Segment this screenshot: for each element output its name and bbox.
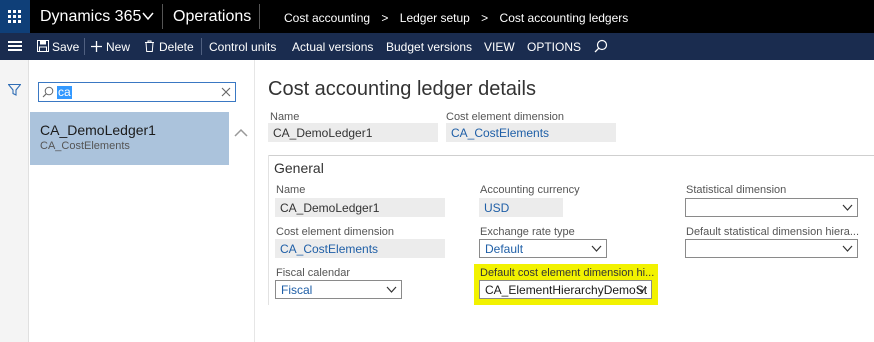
cost-element-dimension-field[interactable]: CA_CostElements (446, 123, 616, 142)
chevron-down-icon (591, 245, 602, 252)
clear-icon[interactable] (221, 87, 231, 97)
section-border (268, 155, 269, 305)
chevron-down-icon[interactable] (141, 9, 155, 23)
delete-button[interactable]: Delete (159, 40, 194, 54)
section-divider (268, 155, 874, 156)
exchange-rate-type-combo[interactable]: Default (479, 239, 607, 258)
breadcrumb: Cost accounting > Ledger setup > Cost ac… (284, 11, 628, 25)
divider (162, 4, 163, 29)
general-name-label: Name (276, 184, 306, 196)
statistical-dimension-label: Statistical dimension (686, 184, 787, 196)
default-hierarchy-label: Default cost element dimension hi... (480, 267, 655, 279)
default-hierarchy-value: CA_ElementHierarchyDemoSt (485, 283, 648, 297)
fiscal-calendar-label: Fiscal calendar (276, 267, 350, 279)
fiscal-calendar-combo[interactable]: Fiscal (275, 280, 402, 299)
filter-query-text[interactable]: ca (57, 86, 72, 99)
options-tab[interactable]: OPTIONS (527, 40, 581, 54)
default-statistical-hierarchy-combo[interactable] (685, 239, 858, 258)
search-icon (42, 86, 54, 98)
filter-icon[interactable] (8, 84, 21, 96)
breadcrumb-item[interactable]: Cost accounting ledgers (500, 11, 629, 25)
scroll-up-icon[interactable] (234, 128, 248, 138)
save-icon (37, 40, 49, 52)
new-button[interactable]: New (106, 40, 130, 54)
general-name-field[interactable]: CA_DemoLedger1 (275, 198, 445, 217)
divider (201, 38, 202, 55)
save-button[interactable]: Save (52, 40, 79, 54)
default-statistical-hierarchy-label: Default statistical dimension hiera... (686, 226, 860, 238)
chevron-down-icon (842, 204, 853, 211)
default-hierarchy-combo[interactable]: CA_ElementHierarchyDemoSt (479, 280, 652, 299)
view-tab[interactable]: VIEW (484, 40, 515, 54)
general-cost-element-dimension-field[interactable]: CA_CostElements (275, 239, 445, 258)
action-pane: Save New Delete Control units Actual ver… (0, 33, 874, 60)
statistical-dimension-combo[interactable] (685, 198, 858, 217)
app-launcher-button[interactable] (0, 0, 30, 33)
general-section-header[interactable]: General (274, 160, 324, 176)
exchange-rate-type-value: Default (485, 242, 524, 256)
accounting-currency-field[interactable]: USD (479, 198, 563, 217)
fiscal-calendar-value: Fiscal (281, 283, 313, 297)
module-name[interactable]: Operations (173, 8, 251, 26)
list-item-title: CA_DemoLedger1 (40, 122, 156, 138)
search-icon[interactable] (594, 39, 608, 53)
control-units-button[interactable]: Control units (209, 40, 276, 54)
breadcrumb-separator: > (481, 11, 489, 25)
page-title: Cost accounting ledger details (268, 78, 536, 100)
list-pane: ca CA_DemoLedger1 CA_CostElements (30, 60, 255, 342)
divider (84, 38, 85, 55)
breadcrumb-item[interactable]: Ledger setup (400, 11, 470, 25)
actual-versions-button[interactable]: Actual versions (292, 40, 373, 54)
accounting-currency-label: Accounting currency (480, 184, 580, 196)
chevron-down-icon (842, 245, 853, 252)
exchange-rate-type-label: Exchange rate type (480, 226, 575, 238)
chevron-down-icon (386, 286, 397, 293)
app-launcher-icon (8, 10, 22, 24)
brand-title[interactable]: Dynamics 365 (40, 8, 141, 26)
chevron-down-icon (636, 286, 647, 293)
name-field[interactable]: CA_DemoLedger1 (268, 123, 438, 142)
top-navigation-bar: Dynamics 365 Operations Cost accounting … (0, 0, 874, 33)
cost-element-dimension-label: Cost element dimension (446, 111, 565, 123)
trash-icon (145, 40, 154, 52)
list-filter-input[interactable]: ca (38, 82, 236, 102)
list-item-subtitle: CA_CostElements (40, 140, 130, 152)
breadcrumb-item[interactable]: Cost accounting (284, 11, 370, 25)
budget-versions-button[interactable]: Budget versions (386, 40, 472, 54)
breadcrumb-separator: > (381, 11, 389, 25)
name-label: Name (270, 111, 300, 123)
hamburger-icon[interactable] (8, 41, 22, 52)
filter-pane-strip (0, 60, 29, 342)
plus-icon (91, 41, 102, 52)
divider (259, 4, 260, 29)
list-item[interactable]: CA_DemoLedger1 CA_CostElements (30, 112, 229, 165)
general-cost-element-dimension-label: Cost element dimension (276, 226, 395, 238)
